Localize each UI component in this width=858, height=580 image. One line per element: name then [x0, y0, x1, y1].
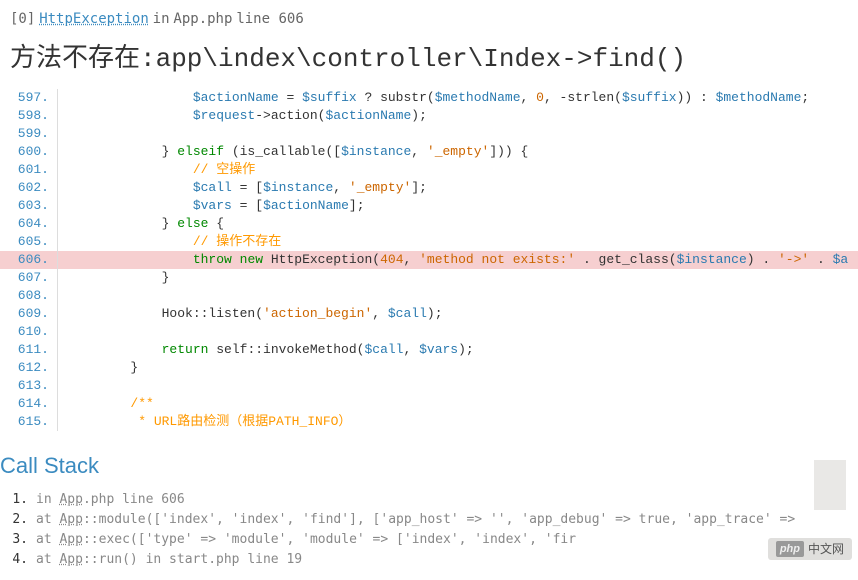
exception-in: in [153, 11, 170, 27]
code-line: 612. } [0, 359, 858, 377]
line-number: 605. [0, 233, 58, 251]
brand-text: 中文网 [808, 540, 844, 558]
stack-number: 2. [12, 510, 36, 530]
code-line: 603. $vars = [$actionName]; [0, 197, 858, 215]
stack-line: 3.at App::exec(['type' => 'module', 'mod… [12, 530, 858, 550]
line-number: 601. [0, 161, 58, 179]
line-number: 614. [0, 395, 58, 413]
line-number: 610. [0, 323, 58, 341]
exception-header: [0] HttpException in App.php line 606 [0, 0, 858, 34]
brand-badge[interactable]: php 中文网 [768, 538, 852, 560]
code-line: 613. [0, 377, 858, 395]
code-content: } elseif (is_callable([$instance, '_empt… [58, 143, 528, 161]
code-content: } else { [58, 215, 224, 233]
source-code-block: 597. $actionName = $suffix ? substr($met… [0, 89, 858, 431]
code-line: 615. * URL路由检测（根据PATH_INFO） [0, 413, 858, 431]
code-line: 597. $actionName = $suffix ? substr($met… [0, 89, 858, 107]
code-line: 600. } elseif (is_callable([$instance, '… [0, 143, 858, 161]
code-content: } [58, 269, 169, 287]
line-number: 609. [0, 305, 58, 323]
line-number: 598. [0, 107, 58, 125]
code-line: 598. $request->action($actionName); [0, 107, 858, 125]
code-line: 608. [0, 287, 858, 305]
code-content: // 操作不存在 [58, 233, 281, 251]
code-content [58, 125, 68, 143]
exception-title: 方法不存在:app\index\controller\Index->find() [0, 34, 858, 89]
stack-number: 3. [12, 530, 36, 550]
code-content [58, 323, 68, 341]
code-content: $call = [$instance, '_empty']; [58, 179, 427, 197]
stack-number: 4. [12, 550, 36, 570]
line-number: 597. [0, 89, 58, 107]
code-content: $vars = [$actionName]; [58, 197, 365, 215]
code-content: $actionName = $suffix ? substr($methodNa… [58, 89, 809, 107]
stack-line: 2.at App::module(['index', 'index', 'fin… [12, 510, 858, 530]
stack-line: 4.at App::run() in start.php line 19 [12, 550, 858, 570]
code-line: 610. [0, 323, 858, 341]
php-icon: php [776, 541, 804, 558]
code-content: Hook::listen('action_begin', $call); [58, 305, 443, 323]
line-number: 612. [0, 359, 58, 377]
line-number: 606. [0, 251, 58, 269]
exception-line: line 606 [236, 11, 303, 27]
line-number: 611. [0, 341, 58, 359]
line-number: 604. [0, 215, 58, 233]
exception-class-link[interactable]: HttpException [39, 11, 149, 27]
line-number: 615. [0, 413, 58, 431]
line-number: 613. [0, 377, 58, 395]
code-content: * URL路由检测（根据PATH_INFO） [58, 413, 351, 431]
code-line: 611. return self::invokeMethod($call, $v… [0, 341, 858, 359]
code-line: 601. // 空操作 [0, 161, 858, 179]
code-content: // 空操作 [58, 161, 255, 179]
code-content: throw new HttpException(404, 'method not… [58, 251, 848, 269]
code-content: return self::invokeMethod($call, $vars); [58, 341, 474, 359]
code-content: } [58, 359, 138, 377]
stack-number: 1. [12, 490, 36, 510]
scroll-top-button[interactable] [814, 460, 846, 510]
code-content [58, 287, 68, 305]
code-line: 609. Hook::listen('action_begin', $call)… [0, 305, 858, 323]
exception-index: [0] [10, 11, 35, 27]
line-number: 603. [0, 197, 58, 215]
exception-file: App.php [173, 11, 232, 27]
line-number: 602. [0, 179, 58, 197]
code-line: 602. $call = [$instance, '_empty']; [0, 179, 858, 197]
line-number: 607. [0, 269, 58, 287]
stack-text: at App::module(['index', 'index', 'find'… [36, 510, 795, 530]
stack-text: in App.php line 606 [36, 490, 185, 510]
code-line: 607. } [0, 269, 858, 287]
call-stack-list: 1.in App.php line 6062.at App::module(['… [0, 490, 858, 570]
code-content: $request->action($actionName); [58, 107, 427, 125]
stack-line: 1.in App.php line 606 [12, 490, 858, 510]
stack-text: at App::run() in start.php line 19 [36, 550, 302, 570]
code-content: /** [58, 395, 154, 413]
code-line: 599. [0, 125, 858, 143]
call-stack-header: Call Stack [0, 431, 858, 490]
line-number: 608. [0, 287, 58, 305]
code-line: 614. /** [0, 395, 858, 413]
line-number: 600. [0, 143, 58, 161]
code-line: 604. } else { [0, 215, 858, 233]
code-content [58, 377, 68, 395]
line-number: 599. [0, 125, 58, 143]
code-line: 605. // 操作不存在 [0, 233, 858, 251]
stack-text: at App::exec(['type' => 'module', 'modul… [36, 530, 576, 550]
code-line: 606. throw new HttpException(404, 'metho… [0, 251, 858, 269]
